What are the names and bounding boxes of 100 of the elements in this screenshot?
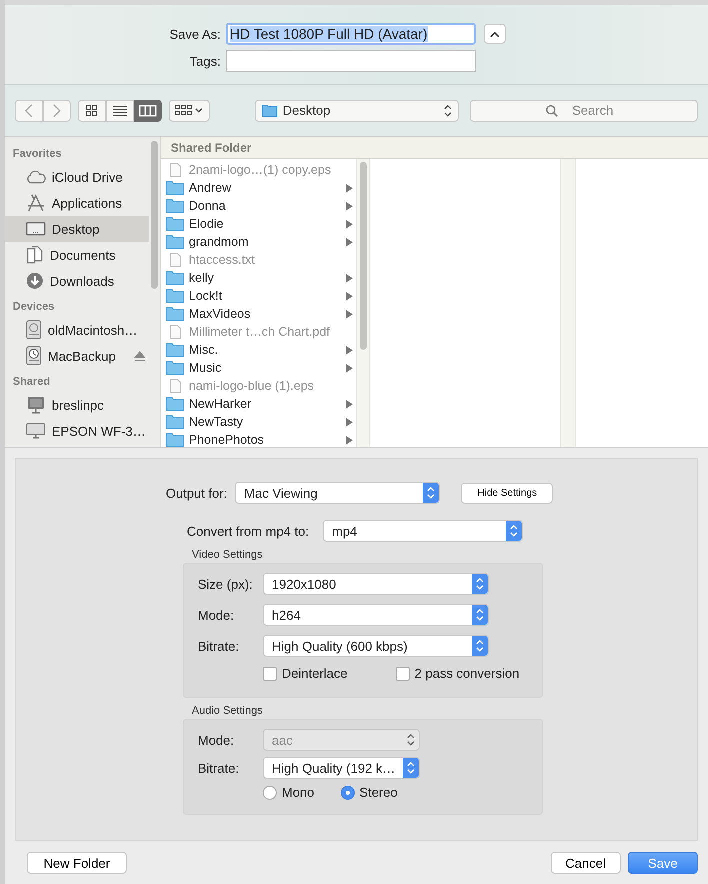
list-icon (112, 104, 128, 116)
checkbox[interactable]: Deinterlace (263, 666, 348, 681)
file-row[interactable]: PhonePhotos (161, 431, 356, 447)
folder-icon (166, 289, 184, 303)
sidebar-item[interactable]: Downloads (5, 268, 149, 294)
folder-icon (166, 235, 184, 249)
sidebar-item[interactable]: breslinpc (5, 392, 149, 418)
new-folder-button[interactable]: New Folder (27, 852, 127, 874)
documents-icon (26, 246, 44, 264)
computer-icon (26, 396, 46, 414)
field-label: Size (px): (198, 576, 254, 592)
updown-arrows-icon (506, 521, 522, 541)
folder-icon (166, 181, 184, 195)
updown-arrows-icon (472, 574, 488, 594)
output-for-label: Output for: (166, 486, 228, 500)
folder-icon (166, 361, 184, 375)
sidebar-item[interactable]: Applications (5, 190, 149, 216)
collapse-button[interactable] (484, 24, 506, 44)
checkbox-label: 2 pass conversion (414, 666, 520, 681)
cloud-icon (26, 169, 46, 185)
popup-button[interactable]: High Quality (600 kbps) (263, 635, 489, 657)
monitor-icon (26, 422, 46, 440)
arrange-button[interactable] (169, 100, 210, 122)
folder-icon (262, 104, 278, 117)
save-as-label: Save As: (168, 26, 222, 42)
radio-label: Stereo (360, 785, 398, 800)
field-label: Bitrate: (198, 638, 240, 654)
folder-icon (166, 397, 184, 411)
file-row[interactable]: Elodie (161, 215, 356, 233)
sidebar-heading: Devices (12, 300, 56, 315)
list-view-button[interactable] (106, 100, 134, 122)
field-label: Mode: (198, 732, 236, 748)
field-label: Mode: (198, 608, 236, 622)
popup-button[interactable]: 1920x1080 (263, 573, 489, 595)
download-icon (26, 272, 44, 290)
file-row[interactable]: NewTasty (161, 413, 356, 431)
checkbox-label: Deinterlace (282, 666, 348, 681)
forward-button[interactable] (43, 100, 71, 122)
updown-arrows-icon (472, 605, 488, 625)
eject-icon[interactable] (134, 350, 146, 362)
file-row[interactable]: kelly (161, 269, 356, 287)
radio-label: Mono (282, 785, 315, 800)
file-row[interactable]: NewHarker (161, 395, 356, 413)
folder-icon (166, 415, 184, 429)
format-popup[interactable]: mp4 (323, 520, 524, 542)
column-header: Shared Folder (161, 137, 708, 159)
scrollbar-thumb[interactable] (360, 162, 367, 350)
group-title: Audio Settings (192, 705, 263, 717)
tags-field[interactable] (226, 50, 476, 72)
file-row[interactable]: grandmom (161, 233, 356, 251)
folder-icon (166, 199, 184, 213)
hide-settings-button[interactable]: Hide Settings (461, 482, 554, 504)
folder-icon (166, 271, 184, 285)
sidebar-heading: Favorites (12, 147, 63, 162)
radio-option[interactable]: Stereo (340, 785, 398, 800)
popup-button[interactable]: High Quality (192 k… (263, 757, 420, 779)
sidebar-heading: Shared (12, 375, 52, 390)
sidebar-item[interactable]: EPSON WF-3… (5, 418, 149, 444)
search-field[interactable]: Search (470, 100, 698, 122)
folder-icon (166, 307, 184, 321)
sidebar-item[interactable]: oldMacintosh… (5, 317, 149, 343)
tags-label: Tags: (188, 54, 222, 68)
file-row[interactable]: Lock!t (161, 287, 356, 305)
file-row[interactable]: Donna (161, 197, 356, 215)
back-button[interactable] (15, 100, 43, 122)
search-icon (546, 104, 558, 116)
chevron-right-icon (53, 104, 61, 118)
checkbox-square[interactable] (396, 666, 410, 680)
file-row[interactable]: Music (161, 359, 356, 377)
field-label: Bitrate: (198, 760, 240, 776)
sidebar-item[interactable]: Documents (5, 242, 149, 268)
sidebar-item[interactable]: iCloud Drive (5, 164, 149, 190)
updown-arrows-icon (403, 758, 419, 778)
checkbox-square[interactable] (263, 666, 277, 680)
icon-view-button[interactable] (78, 100, 106, 122)
updown-arrows-icon (472, 636, 488, 656)
file-name-field[interactable]: HD Test 1080P Full HD (Avatar) (226, 23, 476, 45)
radio-button[interactable] (263, 786, 277, 800)
columns-icon (139, 104, 157, 116)
location-popup[interactable]: Desktop (254, 100, 459, 122)
output-popup[interactable]: Mac Viewing (235, 482, 440, 504)
updown-arrows-icon (444, 104, 452, 116)
grid-dropdown-icon (175, 104, 204, 116)
grid-icon (86, 104, 98, 116)
sidebar-item[interactable]: MacBackup (5, 343, 149, 369)
radio-button[interactable] (340, 786, 355, 800)
cancel-button[interactable]: Cancel (550, 852, 621, 874)
scrollbar-thumb[interactable] (151, 141, 158, 289)
radio-option[interactable]: Mono (263, 785, 315, 800)
desktop-icon (26, 221, 46, 237)
sidebar-item[interactable]: Desktop (5, 216, 149, 242)
convert-label: Convert from mp4 to: (187, 524, 310, 538)
file-row[interactable]: Andrew (161, 179, 356, 197)
popup-button[interactable]: h264 (263, 604, 489, 626)
file-row[interactable]: MaxVideos (161, 305, 356, 323)
chevron-left-icon (25, 104, 33, 118)
file-row[interactable]: Misc. (161, 341, 356, 359)
checkbox[interactable]: 2 pass conversion (396, 666, 520, 681)
column-view-button[interactable] (134, 100, 162, 122)
group-title: Video Settings (192, 549, 263, 561)
